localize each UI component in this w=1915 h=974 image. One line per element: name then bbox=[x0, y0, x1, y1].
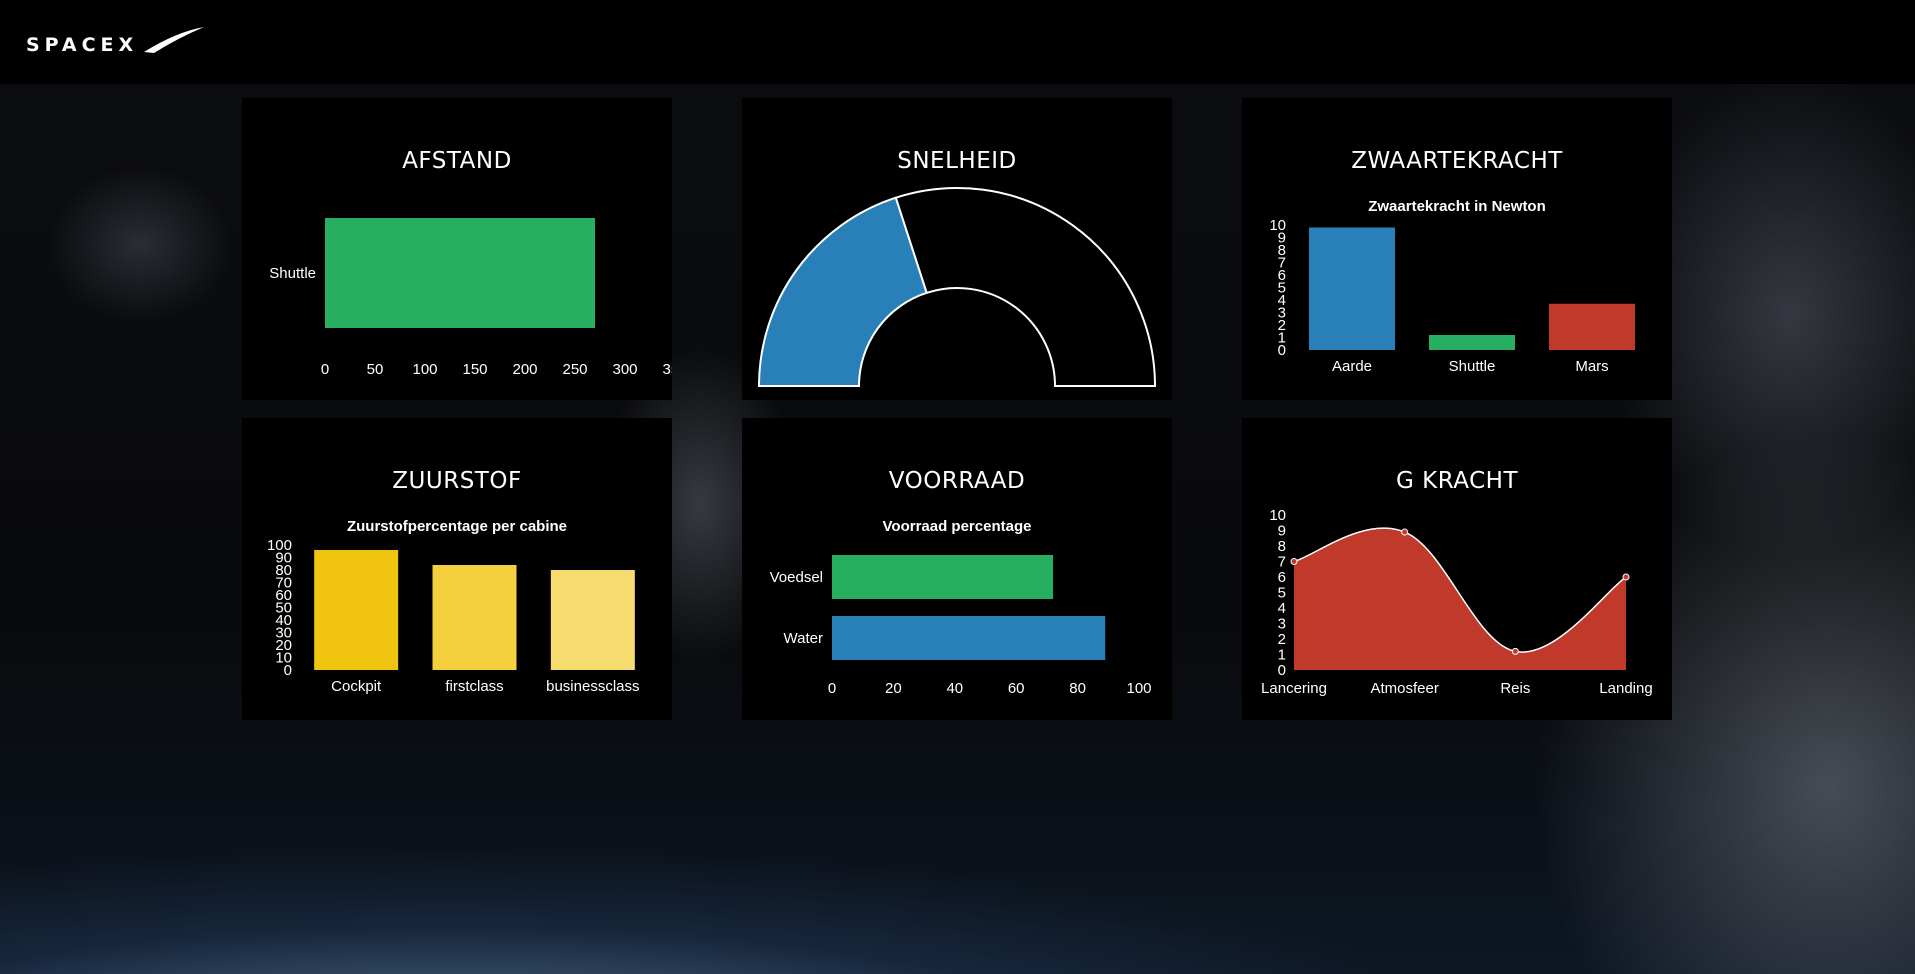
panel-zwaartekracht: ZWAARTEKRACHT Zwaartekracht in Newton 0 1 2… bbox=[1242, 98, 1672, 400]
x-tick-label: Mars bbox=[1575, 358, 1608, 375]
panel-afstand: AFSTAND Shuttle050100150200250300350400 bbox=[242, 98, 672, 400]
y-tick-label: 9 bbox=[1278, 523, 1286, 540]
bar bbox=[1429, 335, 1515, 350]
x-tick-label: 350 bbox=[662, 361, 672, 378]
x-tick-label: 50 bbox=[367, 361, 384, 378]
bar bbox=[432, 565, 517, 670]
x-tick-label: 60 bbox=[1008, 680, 1025, 697]
y-tick-label: 10 bbox=[1269, 217, 1286, 234]
bar bbox=[1549, 303, 1635, 350]
y-tick-label: 8 bbox=[1278, 538, 1286, 555]
gkracht-chart: 012345678910 Lancering Atmosfeer Reis Landin… bbox=[1261, 507, 1653, 697]
y-tick-label: 7 bbox=[1278, 554, 1286, 571]
x-tick-label: Reis bbox=[1500, 680, 1530, 697]
x-tick-label: 100 bbox=[1126, 680, 1151, 697]
logo-swoosh bbox=[144, 27, 204, 53]
snelheid-chart bbox=[757, 187, 1157, 387]
x-tick-label: 0 bbox=[321, 361, 329, 378]
area-fill bbox=[1294, 528, 1626, 670]
gauge-slice bbox=[894, 187, 1157, 387]
bar bbox=[314, 550, 399, 670]
y-tick-label: 6 bbox=[1278, 569, 1286, 586]
category-label: Water bbox=[784, 630, 823, 647]
x-tick-label: 20 bbox=[885, 680, 902, 697]
x-tick-label: Cockpit bbox=[331, 678, 382, 695]
data-point bbox=[1511, 647, 1519, 655]
chart-title: Zwaartekracht in Newton bbox=[1368, 198, 1546, 215]
zwaartekracht-chart: Zwaartekracht in Newton012345678910Aarde… bbox=[1269, 198, 1635, 375]
x-tick-label: Lancering bbox=[1261, 680, 1327, 697]
bar bbox=[832, 555, 1054, 599]
data-point bbox=[1401, 528, 1409, 536]
x-tick-label: 150 bbox=[462, 361, 487, 378]
x-tick-label: Atmosfeer bbox=[1370, 680, 1438, 697]
afstand-chart: Shuttle050100150200250300350400 bbox=[269, 218, 672, 378]
spacex-logo[interactable]: SPACEX bbox=[26, 26, 206, 60]
y-tick-label: 100 bbox=[267, 537, 292, 554]
voorraad-chart: Voorraad percentage Voedsel Water 0 20 40 60 80… bbox=[770, 518, 1152, 697]
chart-title: Voorraad percentage bbox=[883, 518, 1032, 535]
y-tick-label: 5 bbox=[1278, 585, 1286, 602]
x-tick-label: 100 bbox=[412, 361, 437, 378]
bar bbox=[325, 218, 595, 328]
y-tick-label: 4 bbox=[1278, 600, 1286, 617]
panel-snelheid: SNELHEID bbox=[742, 98, 1172, 400]
x-tick-label: Aarde bbox=[1332, 358, 1372, 375]
bar bbox=[832, 616, 1106, 660]
y-tick-label: 10 bbox=[1269, 507, 1286, 524]
top-bar: SPACEX bbox=[0, 0, 1915, 84]
x-tick-label: 40 bbox=[946, 680, 963, 697]
x-tick-label: 250 bbox=[562, 361, 587, 378]
gauge-slice bbox=[757, 196, 928, 387]
y-tick-label: 2 bbox=[1278, 631, 1286, 648]
y-tick-label: 3 bbox=[1278, 616, 1286, 633]
x-tick-label: businessclass bbox=[546, 678, 639, 695]
x-tick-label: firstclass bbox=[445, 678, 503, 695]
bar bbox=[1309, 227, 1395, 350]
data-point bbox=[1622, 573, 1630, 581]
zuurstof-chart: Zuurstofpercentage per cabine01020304050… bbox=[267, 518, 640, 695]
y-tick-label: 1 bbox=[1278, 647, 1286, 664]
panel-voorraad: VOORRAAD Voorraad percentage Voedsel Water… bbox=[742, 418, 1172, 720]
x-tick-label: 200 bbox=[512, 361, 537, 378]
bar bbox=[550, 570, 635, 670]
category-label: Voedsel bbox=[770, 569, 823, 586]
panel-gkracht: G KRACHT 0 1 2 3 4 5 6 7 8 9 10 Lancering Atmosfeer R… bbox=[1242, 418, 1672, 720]
category-label: Shuttle bbox=[269, 265, 316, 282]
x-tick-label: 300 bbox=[612, 361, 637, 378]
chart-title: Zuurstofpercentage per cabine bbox=[347, 518, 567, 535]
x-tick-label: 0 bbox=[828, 680, 836, 697]
x-tick-label: 80 bbox=[1069, 680, 1086, 697]
spacex-logo-text: SPACEX bbox=[26, 34, 138, 56]
y-tick-label: 0 bbox=[1278, 662, 1286, 679]
x-tick-label: Landing bbox=[1599, 680, 1652, 697]
panel-zuurstof: ZUURSTOF Zuurstofpercentage per cabine 0 1… bbox=[242, 418, 672, 720]
data-point bbox=[1290, 558, 1298, 565]
x-tick-label: Shuttle bbox=[1449, 358, 1496, 375]
